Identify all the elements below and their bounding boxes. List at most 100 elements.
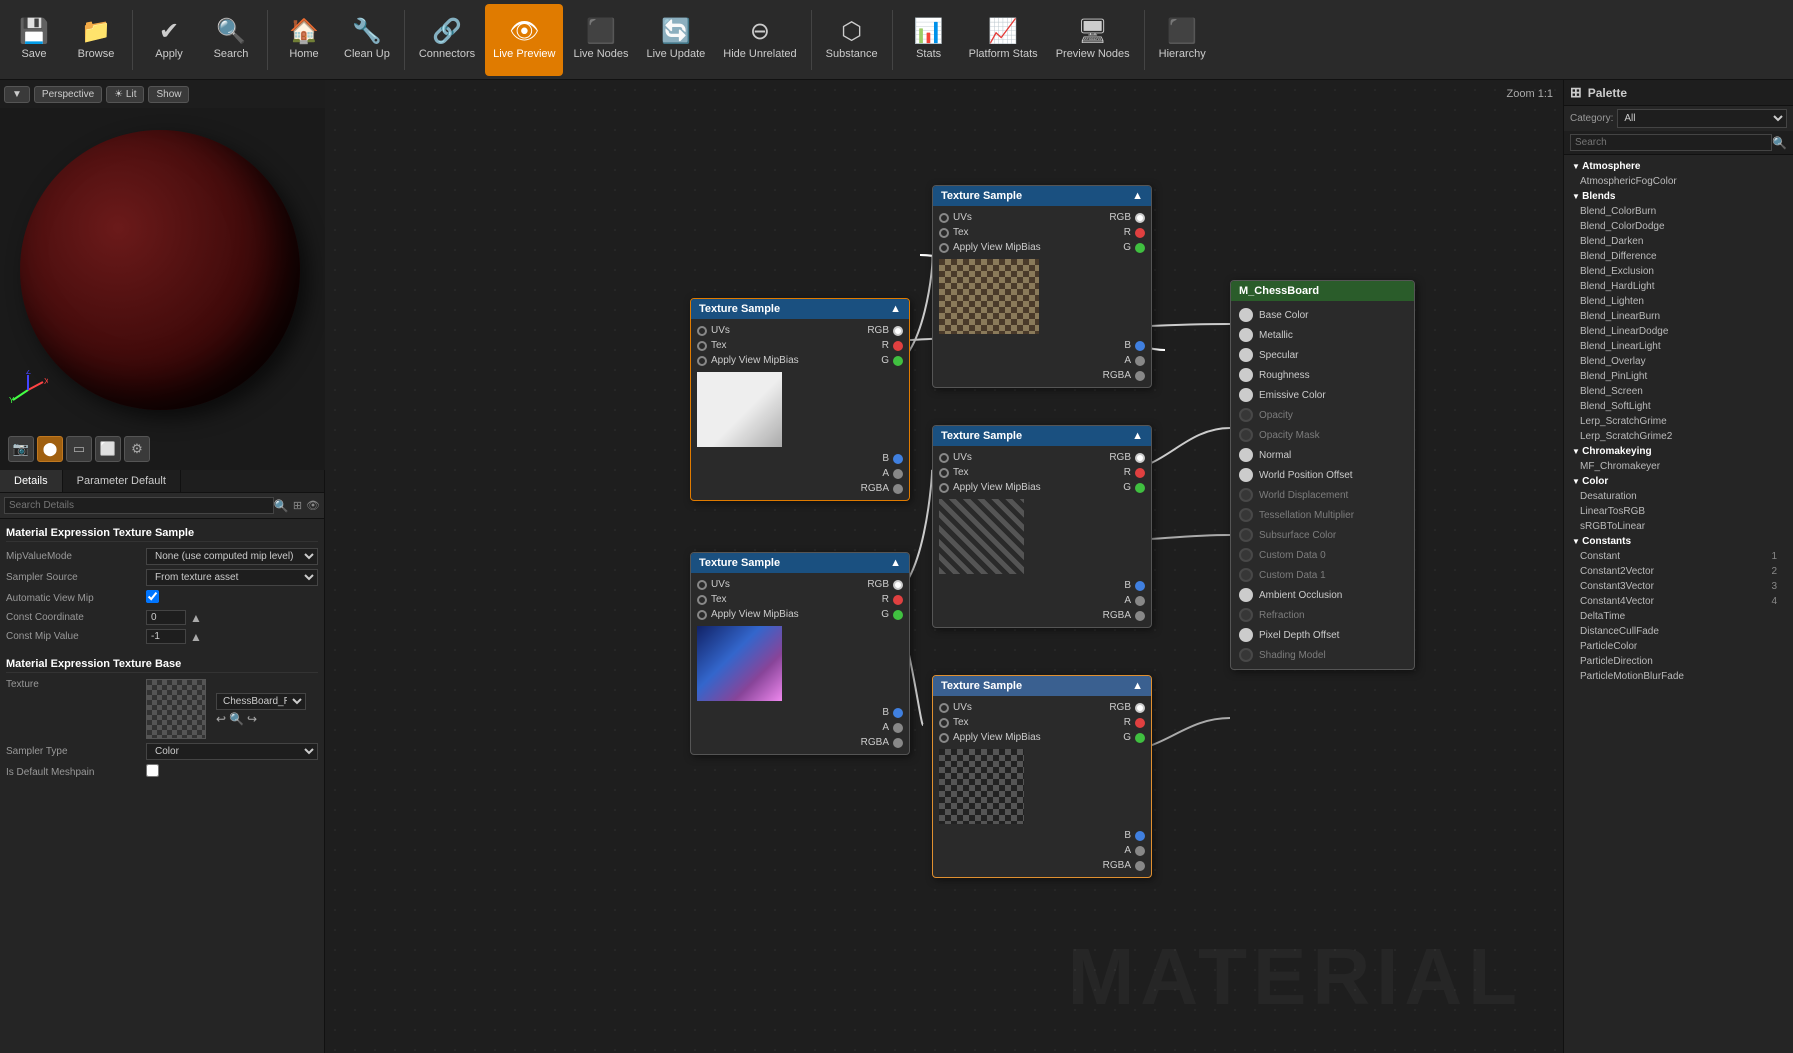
save-button[interactable]: 💾 Save <box>4 4 64 76</box>
palette-category-select[interactable]: All <box>1617 109 1787 128</box>
palette-item[interactable]: DistanceCullFade <box>1564 624 1793 639</box>
details-layout-icon[interactable]: ⊞ <box>293 499 302 512</box>
substance-button[interactable]: ⬡ Substance <box>818 4 886 76</box>
node-canvas[interactable]: MATERIAL Zoom 1:1 Texture Sa <box>325 80 1563 1053</box>
livepreview-button[interactable]: 👁 Live Preview <box>485 4 563 76</box>
node2-collapse-icon[interactable]: ▲ <box>890 303 901 315</box>
node3-tex-pin-in[interactable] <box>939 468 949 478</box>
mat-ao-pin[interactable] <box>1239 588 1253 602</box>
node2-uvs-pin-in[interactable] <box>697 326 707 336</box>
mat-worlddisp-pin[interactable] <box>1239 488 1253 502</box>
palette-item[interactable]: AtmosphericFogColor <box>1564 174 1793 189</box>
automip-checkbox[interactable] <box>146 590 159 603</box>
mat-tess-pin[interactable] <box>1239 508 1253 522</box>
texture-sample-node-5[interactable]: Texture Sample ▲ UVs RGB Tex R Apply Vie… <box>932 675 1152 878</box>
home-button[interactable]: 🏠 Home <box>274 4 334 76</box>
node2-mip-pin-in[interactable] <box>697 356 707 366</box>
node5-collapse-icon[interactable]: ▲ <box>1132 680 1143 692</box>
node3-mip-pin-in[interactable] <box>939 483 949 493</box>
node5-b-pin-out[interactable] <box>1135 831 1145 841</box>
details-search-input[interactable] <box>4 497 274 514</box>
node1-r-pin-out[interactable] <box>1135 228 1145 238</box>
node4-g-pin-out[interactable] <box>893 610 903 620</box>
settings-icon[interactable]: ⚙ <box>124 436 150 462</box>
palette-category-chromakeying[interactable]: Chromakeying <box>1564 444 1793 459</box>
constmip-input[interactable] <box>146 629 186 644</box>
mat-customdata0-pin[interactable] <box>1239 548 1253 562</box>
node5-uvs-pin-in[interactable] <box>939 703 949 713</box>
texture-search-icon[interactable]: 🔍 <box>229 712 244 726</box>
node2-g-pin-out[interactable] <box>893 356 903 366</box>
stats-button[interactable]: 📊 Stats <box>899 4 959 76</box>
node1-tex-pin-in[interactable] <box>939 228 949 238</box>
palette-item[interactable]: Constant3Vector3 <box>1564 579 1793 594</box>
search-button[interactable]: 🔍 Search <box>201 4 261 76</box>
palette-category-color[interactable]: Color <box>1564 474 1793 489</box>
node3-g-pin-out[interactable] <box>1135 483 1145 493</box>
node1-a-pin-out[interactable] <box>1135 356 1145 366</box>
node4-rgb-pin-out[interactable] <box>893 580 903 590</box>
palette-item[interactable]: Blend_LinearLight <box>1564 339 1793 354</box>
mat-opacity-pin[interactable] <box>1239 408 1253 422</box>
palette-item[interactable]: ParticleColor <box>1564 639 1793 654</box>
node4-r-pin-out[interactable] <box>893 595 903 605</box>
node4-a-pin-out[interactable] <box>893 723 903 733</box>
sphere-icon[interactable]: ⬤ <box>37 436 63 462</box>
texture-sample-node-1[interactable]: Texture Sample ▲ UVs RGB Tex R Apply Vie… <box>932 185 1152 388</box>
node1-rgb-pin-out[interactable] <box>1135 213 1145 223</box>
box-icon[interactable]: ⬜ <box>95 436 121 462</box>
node4-uvs-pin-in[interactable] <box>697 580 707 590</box>
connectors-button[interactable]: 🔗 Connectors <box>411 4 483 76</box>
node3-rgb-pin-out[interactable] <box>1135 453 1145 463</box>
palette-item[interactable]: Blend_Screen <box>1564 384 1793 399</box>
node5-r-pin-out[interactable] <box>1135 718 1145 728</box>
palette-item[interactable]: DeltaTime <box>1564 609 1793 624</box>
hierarchy-button[interactable]: ⬛ Hierarchy <box>1151 4 1214 76</box>
node3-r-pin-out[interactable] <box>1135 468 1145 478</box>
mat-basecolor-pin[interactable] <box>1239 308 1253 322</box>
platformstats-button[interactable]: 📈 Platform Stats <box>961 4 1046 76</box>
node4-b-pin-out[interactable] <box>893 708 903 718</box>
palette-item[interactable]: Constant1 <box>1564 549 1793 564</box>
node4-tex-pin-in[interactable] <box>697 595 707 605</box>
palette-item[interactable]: ParticleDirection <box>1564 654 1793 669</box>
camera-icon[interactable]: 📷 <box>8 436 34 462</box>
node1-g-pin-out[interactable] <box>1135 243 1145 253</box>
node2-rgba-pin-out[interactable] <box>893 484 903 494</box>
palette-item[interactable]: MF_Chromakeyer <box>1564 459 1793 474</box>
texture-sample-node-3[interactable]: Texture Sample ▲ UVs RGB Tex R Apply Vie… <box>932 425 1152 628</box>
apply-button[interactable]: ✔ Apply <box>139 4 199 76</box>
texture-sample-node-4[interactable]: Texture Sample ▲ UVs RGB Tex R Apply Vie… <box>690 552 910 755</box>
mat-customdata1-pin[interactable] <box>1239 568 1253 582</box>
palette-category-atmosphere[interactable]: Atmosphere <box>1564 159 1793 174</box>
mat-subsurface-pin[interactable] <box>1239 528 1253 542</box>
perspective-button[interactable]: Perspective <box>34 86 102 103</box>
palette-item[interactable]: sRGBToLinear <box>1564 519 1793 534</box>
node3-uvs-pin-in[interactable] <box>939 453 949 463</box>
palette-item[interactable]: Blend_Darken <box>1564 234 1793 249</box>
details-eye-icon[interactable]: 👁 <box>306 499 320 512</box>
constmip-up-icon[interactable]: ▲ <box>190 630 202 644</box>
palette-item[interactable]: Blend_HardLight <box>1564 279 1793 294</box>
texture-forward-icon[interactable]: ↪ <box>247 712 257 726</box>
node3-rgba-pin-out[interactable] <box>1135 611 1145 621</box>
node5-a-pin-out[interactable] <box>1135 846 1145 856</box>
node2-tex-pin-in[interactable] <box>697 341 707 351</box>
palette-item[interactable]: LinearTosRGB <box>1564 504 1793 519</box>
node1-b-pin-out[interactable] <box>1135 341 1145 351</box>
mat-roughness-pin[interactable] <box>1239 368 1253 382</box>
node1-mip-pin-in[interactable] <box>939 243 949 253</box>
lit-button[interactable]: ☀ Lit <box>106 86 144 103</box>
node5-g-pin-out[interactable] <box>1135 733 1145 743</box>
mat-refraction-pin[interactable] <box>1239 608 1253 622</box>
mat-emissive-pin[interactable] <box>1239 388 1253 402</box>
cleanup-button[interactable]: 🔧 Clean Up <box>336 4 398 76</box>
node2-rgb-pin-out[interactable] <box>893 326 903 336</box>
hideunrelated-button[interactable]: ⊖ Hide Unrelated <box>715 4 804 76</box>
liveupdate-button[interactable]: 🔄 Live Update <box>639 4 714 76</box>
viewport[interactable]: ▼ Perspective ☀ Lit Show X Y Z 📷 ⬤ <box>0 80 325 470</box>
palette-category-blends[interactable]: Blends <box>1564 189 1793 204</box>
livenodes-button[interactable]: ⬛ Live Nodes <box>565 4 636 76</box>
node1-rgba-pin-out[interactable] <box>1135 371 1145 381</box>
palette-item[interactable]: Blend_LinearBurn <box>1564 309 1793 324</box>
